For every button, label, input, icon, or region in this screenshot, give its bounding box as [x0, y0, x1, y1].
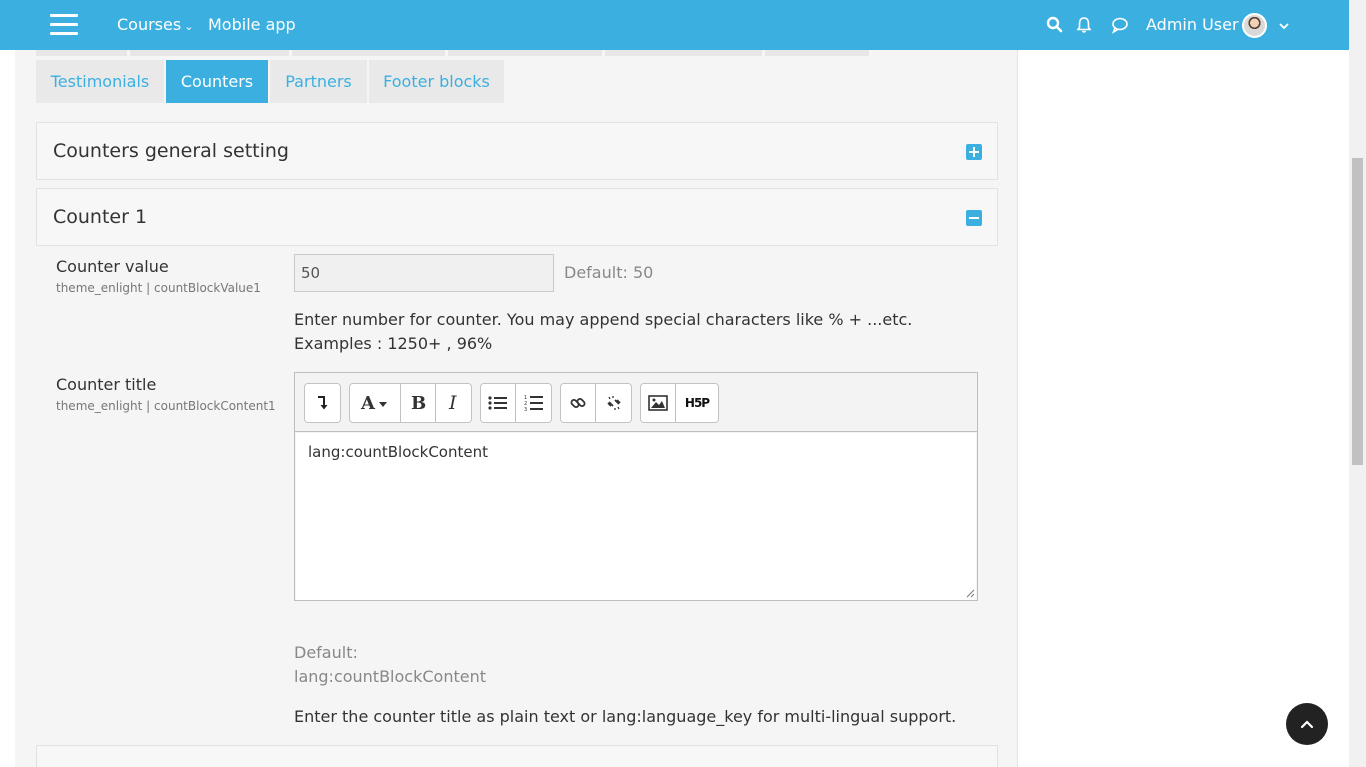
- unlink-icon[interactable]: [596, 384, 631, 422]
- chevron-down-icon: ⌄: [184, 20, 194, 33]
- counter-title-default-label: Default:: [294, 643, 358, 662]
- editor-content-area[interactable]: lang:countBlockContent: [296, 433, 976, 600]
- toolbar-group: H5P: [640, 383, 719, 423]
- collapse-minus-icon[interactable]: [966, 210, 982, 226]
- editor-toolbar: A B I 123 H5P: [295, 373, 977, 432]
- expand-plus-icon[interactable]: [966, 144, 982, 160]
- counter-title-label: Counter title: [56, 375, 157, 394]
- unordered-list-icon[interactable]: [481, 384, 516, 422]
- toolbar-group: A B I: [349, 383, 472, 423]
- svg-text:3: 3: [524, 407, 527, 412]
- counter-title-key: theme_enlight | countBlockContent1: [56, 399, 276, 413]
- counter-title-default-value: lang:countBlockContent: [294, 667, 486, 686]
- counter-value-key: theme_enlight | countBlockValue1: [56, 281, 261, 295]
- hamburger-menu-icon[interactable]: [50, 14, 78, 36]
- chat-bubble-icon[interactable]: [1110, 15, 1130, 35]
- counter-value-input[interactable]: [294, 254, 554, 292]
- h5p-icon[interactable]: H5P: [676, 384, 718, 422]
- counter-title-description: Enter the counter title as plain text or…: [294, 707, 957, 726]
- counter-value-description: Enter number for counter. You may append…: [294, 310, 913, 353]
- section-counters-general[interactable]: Counters general setting: [36, 122, 998, 180]
- section-counter-1[interactable]: Counter 1: [36, 188, 998, 246]
- tab-footer-blocks[interactable]: Footer blocks: [369, 60, 504, 103]
- search-icon[interactable]: [1045, 15, 1065, 35]
- counter-value-default: Default: 50: [564, 263, 654, 282]
- tab-counters[interactable]: Counters: [166, 60, 268, 103]
- bell-icon[interactable]: [1074, 15, 1094, 35]
- courses-label: Courses: [117, 15, 182, 34]
- resize-handle-icon[interactable]: [965, 588, 975, 598]
- section-title: Counters general setting: [53, 140, 289, 162]
- italic-icon[interactable]: I: [436, 384, 471, 422]
- link-icon[interactable]: [561, 384, 596, 422]
- top-navbar: Courses ⌄ Mobile app Admin User: [0, 0, 1349, 50]
- image-icon[interactable]: [641, 384, 676, 422]
- toolbar-group: [304, 383, 341, 423]
- user-menu-name[interactable]: Admin User: [1146, 15, 1239, 34]
- toolbar-group: [560, 383, 632, 423]
- courses-dropdown[interactable]: Courses ⌄: [117, 15, 193, 34]
- chevron-up-icon: [1300, 720, 1314, 729]
- mobile-app-link[interactable]: Mobile app: [208, 15, 296, 34]
- avatar[interactable]: [1242, 13, 1267, 38]
- bold-icon[interactable]: B: [401, 384, 436, 422]
- section-title: Counter 1: [53, 206, 148, 228]
- counter-value-label: Counter value: [56, 257, 169, 276]
- svg-text:A: A: [360, 393, 376, 413]
- toolbar-group: 123: [480, 383, 552, 423]
- ordered-list-icon[interactable]: 123: [516, 384, 551, 422]
- svg-text:B: B: [411, 393, 426, 413]
- font-style-icon[interactable]: A: [350, 384, 401, 422]
- chevron-down-icon[interactable]: [1277, 19, 1291, 33]
- tab-partners[interactable]: Partners: [270, 60, 367, 103]
- counter-title-editor: A B I 123 H5P lang:countBlockContent: [294, 372, 978, 601]
- section-counter-2[interactable]: [36, 745, 998, 767]
- tab-testimonials[interactable]: Testimonials: [36, 60, 164, 103]
- back-to-top-button[interactable]: [1286, 703, 1328, 745]
- scrollbar-thumb[interactable]: [1352, 158, 1363, 465]
- h5p-icon-text: H5P: [684, 396, 710, 410]
- svg-text:I: I: [448, 393, 457, 413]
- right-blocks-column: [1019, 0, 1349, 767]
- toggle-toolbar-icon[interactable]: [305, 384, 340, 422]
